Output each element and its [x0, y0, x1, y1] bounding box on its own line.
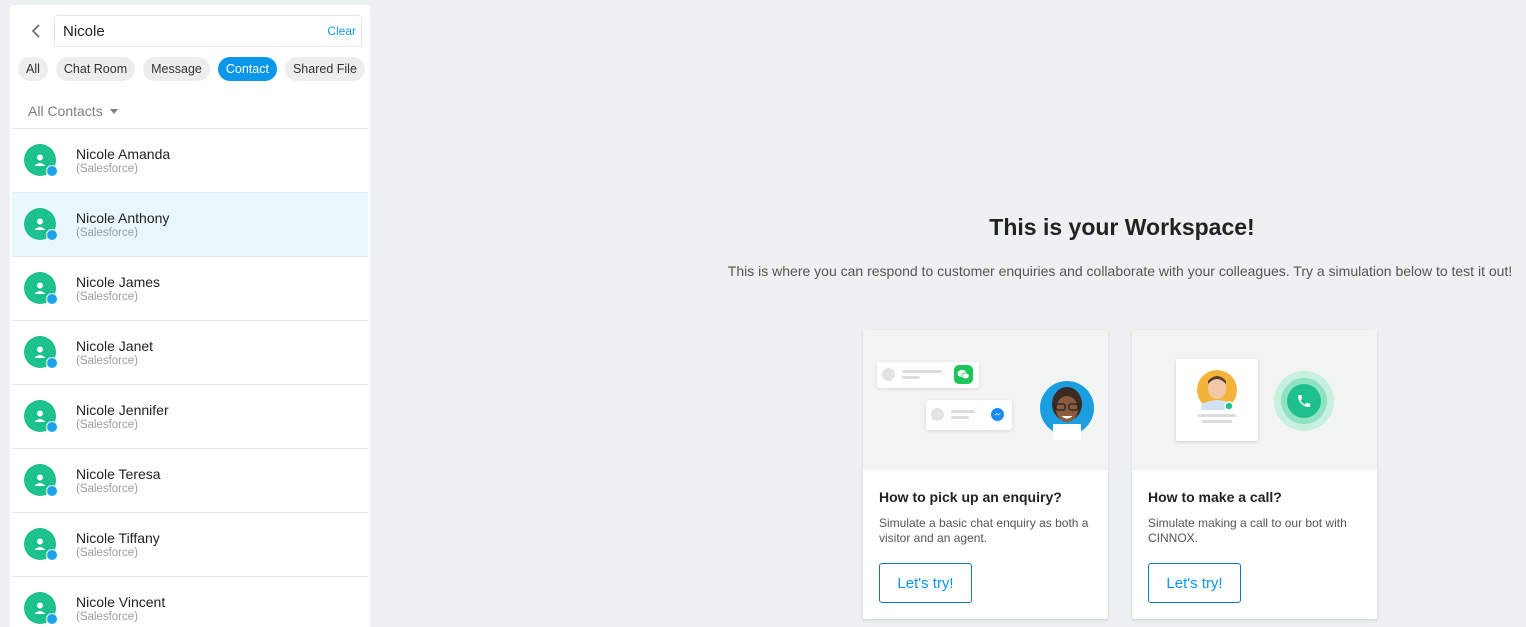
chat-badge-icon	[46, 421, 58, 433]
contact-name: Nicole Amanda	[76, 146, 171, 162]
tab-all[interactable]: All	[18, 57, 48, 81]
try-call-button[interactable]: Let's try!	[1148, 563, 1241, 603]
tab-message[interactable]: Message	[143, 57, 210, 81]
contact-row[interactable]: Nicole Tiffany (Salesforce)	[12, 512, 368, 576]
contact-source: (Salesforce)	[76, 227, 138, 239]
contact-row[interactable]: Nicole Teresa (Salesforce)	[12, 448, 368, 512]
tab-contact[interactable]: Contact	[217, 57, 277, 81]
contact-name: Nicole Jennifer	[76, 402, 169, 418]
contact-name: Nicole Anthony	[76, 210, 170, 226]
clear-button[interactable]: Clear	[327, 24, 361, 38]
chat-badge-icon	[46, 485, 58, 497]
search-panel: Clear All Chat Room Message Contact Shar…	[10, 5, 370, 627]
search-input[interactable]	[55, 16, 328, 46]
contact-source: (Salesforce)	[76, 547, 138, 559]
contact-source: (Salesforce)	[76, 483, 138, 495]
contact-source: (Salesforce)	[76, 419, 138, 431]
call-illustration	[1132, 330, 1377, 470]
caret-down-icon	[109, 108, 118, 114]
contact-name: Nicole Vincent	[76, 594, 166, 610]
card-title: How to pick up an enquiry?	[879, 489, 1062, 505]
chat-badge-icon	[46, 229, 58, 241]
chat-badge-icon	[46, 165, 58, 177]
chat-badge-icon	[46, 549, 58, 561]
wechat-icon	[954, 365, 973, 384]
workspace-subtitle: This is where you can respond to custome…	[727, 263, 1513, 279]
contact-source: (Salesforce)	[76, 163, 138, 175]
contact-source: (Salesforce)	[76, 291, 138, 303]
contact-row[interactable]: Nicole Anthony (Salesforce)	[12, 192, 368, 256]
enquiry-illustration	[863, 330, 1108, 470]
workspace-title: This is your Workspace!	[989, 214, 1255, 240]
card-title: How to make a call?	[1148, 489, 1282, 505]
contact-source: (Salesforce)	[76, 355, 138, 367]
chat-badge-icon	[46, 613, 58, 625]
contact-name: Nicole Teresa	[76, 466, 161, 482]
contact-row[interactable]: Nicole Vincent (Salesforce)	[12, 576, 368, 627]
contact-list: Nicole Amanda (Salesforce) Nicole Anthony(…	[10, 128, 370, 627]
contact-row[interactable]: Nicole Amanda (Salesforce)	[12, 128, 368, 192]
phone-icon	[1274, 371, 1334, 431]
contact-name: Nicole Tiffany	[76, 530, 160, 546]
contacts-filter-label: All Contacts	[28, 103, 103, 119]
filter-tabs: All Chat Room Message Contact Shared Fil…	[18, 57, 365, 81]
call-card: How to make a call? Simulate making a ca…	[1132, 330, 1377, 619]
contact-row[interactable]: Nicole James (Salesforce)	[12, 256, 368, 320]
tab-shared-file[interactable]: Shared File	[284, 57, 365, 81]
card-description: Simulate a basic chat enquiry as both a …	[879, 516, 1089, 545]
try-enquiry-button[interactable]: Let's try!	[879, 563, 972, 603]
chat-badge-icon	[46, 357, 58, 369]
chat-badge-icon	[46, 293, 58, 305]
contact-source: (Salesforce)	[76, 611, 138, 623]
enquiry-card: How to pick up an enquiry? Simulate a ba…	[863, 330, 1108, 619]
back-arrow-icon[interactable]	[26, 21, 46, 41]
tab-chat-room[interactable]: Chat Room	[55, 57, 136, 81]
contacts-filter-dropdown[interactable]: All Contacts	[28, 103, 118, 119]
contact-name: Nicole James	[76, 274, 161, 290]
contact-row[interactable]: Nicole Jennifer (Salesforce)	[12, 384, 368, 448]
card-description: Simulate making a call to our bot with C…	[1148, 516, 1347, 545]
contact-name: Nicole Janet	[76, 338, 154, 354]
search-box: Clear	[54, 15, 362, 47]
messenger-icon	[991, 408, 1004, 421]
profile-card	[1176, 359, 1258, 441]
contact-row[interactable]: Nicole Janet (Salesforce)	[12, 320, 368, 384]
agent-avatar	[1039, 376, 1095, 440]
